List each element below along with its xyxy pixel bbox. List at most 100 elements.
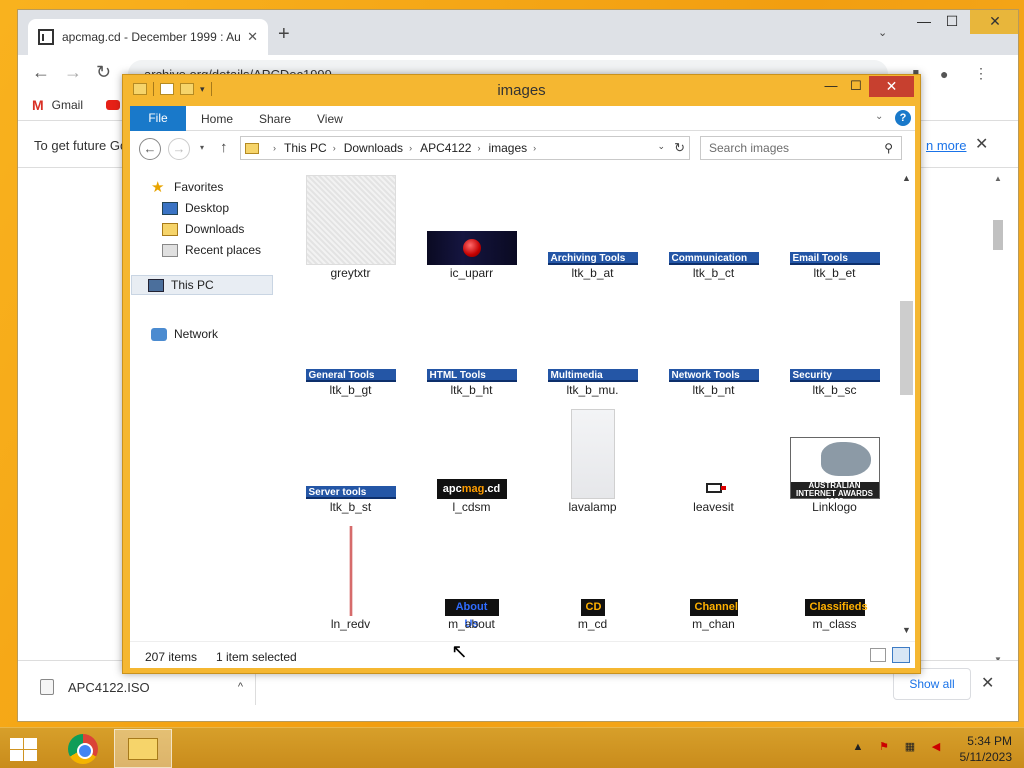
info-bar-close-icon[interactable]: ✕: [975, 134, 988, 154]
address-dropdown-icon[interactable]: ⌄: [657, 141, 665, 152]
chrome-tab[interactable]: apcmag.cd - December 1999 : Au ✕: [28, 19, 268, 55]
profile-avatar-icon[interactable]: ●: [940, 65, 948, 83]
help-icon[interactable]: ?: [895, 110, 911, 126]
file-item[interactable]: Classifieds m_class: [774, 518, 895, 635]
show-hidden-icons-icon[interactable]: ▲: [850, 740, 866, 754]
breadcrumb-sep-icon[interactable]: ›: [333, 143, 336, 153]
breadcrumb-downloads[interactable]: Downloads: [344, 141, 403, 155]
file-item[interactable]: Communication ltk_b_ct: [653, 167, 774, 284]
large-icons-view-icon[interactable]: [892, 647, 910, 663]
file-item[interactable]: Security ltk_b_sc: [774, 284, 895, 401]
nav-this-pc[interactable]: This PC: [131, 275, 273, 295]
tab-search-icon[interactable]: ⌄: [878, 26, 887, 39]
file-item[interactable]: CD m_cd: [532, 518, 653, 635]
file-item[interactable]: General Tools ltk_b_gt: [290, 284, 411, 401]
chrome-menu-icon[interactable]: ⋮: [974, 64, 988, 82]
download-shelf-close-icon[interactable]: ✕: [981, 673, 994, 693]
search-input[interactable]: Search images ⚲: [700, 136, 902, 160]
file-item[interactable]: leavesit: [653, 401, 774, 518]
reload-icon[interactable]: ↻: [96, 63, 111, 81]
start-button[interactable]: [8, 736, 38, 762]
tab-close-icon[interactable]: ✕: [247, 29, 258, 45]
taskbar: ▲ ⚑ ▦ ◀ 5:34 PM 5/11/2023: [0, 727, 1024, 768]
file-item[interactable]: ic_uparr: [411, 167, 532, 284]
thumbnail-label: Classifieds: [804, 599, 868, 616]
explorer-address-bar[interactable]: › This PC › Downloads › APC4122 › images…: [240, 136, 690, 160]
back-arrow-icon[interactable]: ←: [32, 63, 50, 81]
file-item[interactable]: Channel m_chan: [653, 518, 774, 635]
thumbnail: Email Tools: [774, 167, 895, 265]
page-scroll-thumb[interactable]: [993, 220, 1003, 250]
explorer-window: ▾ images — ☐ ✕ File Home Share View ⌄ ? …: [122, 74, 921, 674]
file-list-scrollbar[interactable]: ▲ ▼: [898, 167, 915, 641]
new-tab-button[interactable]: +: [278, 24, 290, 44]
recent-locations-icon[interactable]: ▾: [200, 143, 204, 152]
page-scrollbar[interactable]: ▲ ▼: [992, 174, 1004, 664]
scroll-thumb[interactable]: [900, 301, 913, 395]
nav-recent-places[interactable]: Recent places: [162, 243, 261, 257]
back-button-icon[interactable]: ←: [139, 138, 161, 160]
ribbon-expand-icon[interactable]: ⌄: [875, 111, 883, 122]
system-clock[interactable]: 5:34 PM 5/11/2023: [942, 733, 1013, 765]
explorer-maximize-button[interactable]: ☐: [841, 77, 871, 97]
file-item[interactable]: greytxtr: [290, 167, 411, 284]
file-item[interactable]: About Us m_about: [411, 518, 532, 635]
breadcrumb-this-pc[interactable]: This PC: [284, 141, 327, 155]
youtube-icon[interactable]: [106, 100, 120, 110]
file-item[interactable]: Server tools ltk_b_st: [290, 401, 411, 518]
file-item[interactable]: Network Tools ltk_b_nt: [653, 284, 774, 401]
details-view-icon[interactable]: [870, 648, 886, 662]
tab-file[interactable]: File: [130, 106, 186, 131]
bookmark-gmail[interactable]: M Gmail: [32, 97, 83, 113]
network-tray-icon[interactable]: ▦: [902, 740, 918, 754]
chrome-maximize-button[interactable]: ☐: [936, 10, 968, 34]
file-item[interactable]: AUSTRALIAN INTERNET AWARDS 1998 Linklogo: [774, 401, 895, 518]
tab-view[interactable]: View: [317, 112, 343, 126]
breadcrumb-sep-icon[interactable]: ›: [273, 143, 276, 153]
thumbnail: AUSTRALIAN INTERNET AWARDS 1998: [774, 401, 895, 506]
clock-time: 5:34 PM: [967, 734, 1012, 748]
breadcrumb-sep-icon[interactable]: ›: [477, 143, 480, 153]
info-bar-learn-more-link[interactable]: n more: [926, 138, 966, 153]
explorer-title-bar[interactable]: ▾ images — ☐ ✕: [123, 75, 920, 105]
up-arrow-icon[interactable]: ↑: [220, 139, 228, 156]
explorer-close-button[interactable]: ✕: [869, 76, 914, 97]
chrome-close-button[interactable]: ✕: [970, 10, 1018, 34]
download-item[interactable]: APC4122.ISO ^: [28, 669, 256, 705]
file-item[interactable]: HTML Tools ltk_b_ht: [411, 284, 532, 401]
scroll-down-icon[interactable]: ▼: [902, 625, 911, 635]
lavalamp-thumbnail: [570, 409, 615, 499]
download-options-caret-icon[interactable]: ^: [238, 681, 243, 693]
action-center-icon[interactable]: ⚑: [876, 740, 892, 754]
refresh-icon[interactable]: ↻: [674, 140, 685, 156]
breadcrumb-apc4122[interactable]: APC4122: [420, 141, 471, 155]
nav-favorites[interactable]: ★ Favorites: [151, 180, 223, 195]
breadcrumb-sep-icon[interactable]: ›: [409, 143, 412, 153]
nav-network[interactable]: Network: [151, 327, 218, 341]
breadcrumb-sep-icon[interactable]: ›: [533, 143, 536, 153]
nav-this-pc-label: This PC: [171, 278, 214, 292]
scroll-up-icon[interactable]: ▲: [902, 173, 911, 183]
file-name: ltk_b_nt: [692, 383, 735, 397]
tab-home[interactable]: Home: [201, 112, 233, 126]
file-item[interactable]: apcmag.cd l_cdsm: [411, 401, 532, 518]
nav-downloads[interactable]: Downloads: [162, 222, 244, 236]
forward-arrow-icon[interactable]: →: [64, 63, 82, 81]
file-item[interactable]: lavalamp: [532, 401, 653, 518]
taskbar-chrome[interactable]: [58, 729, 108, 768]
forward-button-icon[interactable]: →: [168, 138, 190, 160]
file-item[interactable]: Multimedia ltk_b_mu.: [532, 284, 653, 401]
file-item[interactable]: Email Tools ltk_b_et: [774, 167, 895, 284]
taskbar-file-explorer[interactable]: [114, 729, 172, 768]
file-item[interactable]: Archiving Tools ltk_b_at: [532, 167, 653, 284]
status-bar: 207 items 1 item selected: [130, 641, 915, 668]
breadcrumb-images[interactable]: images: [488, 141, 527, 155]
thumbnail: CD: [532, 518, 653, 616]
system-tray: ▲ ⚑ ▦ ◀: [850, 740, 944, 754]
scroll-up-icon[interactable]: ▲: [994, 174, 1002, 183]
tab-share[interactable]: Share: [259, 112, 291, 126]
file-item[interactable]: ln_redv: [290, 518, 411, 635]
thumbnail: Communication: [653, 167, 774, 265]
file-name: ltk_b_ht: [450, 383, 493, 397]
nav-desktop[interactable]: Desktop: [162, 201, 229, 215]
